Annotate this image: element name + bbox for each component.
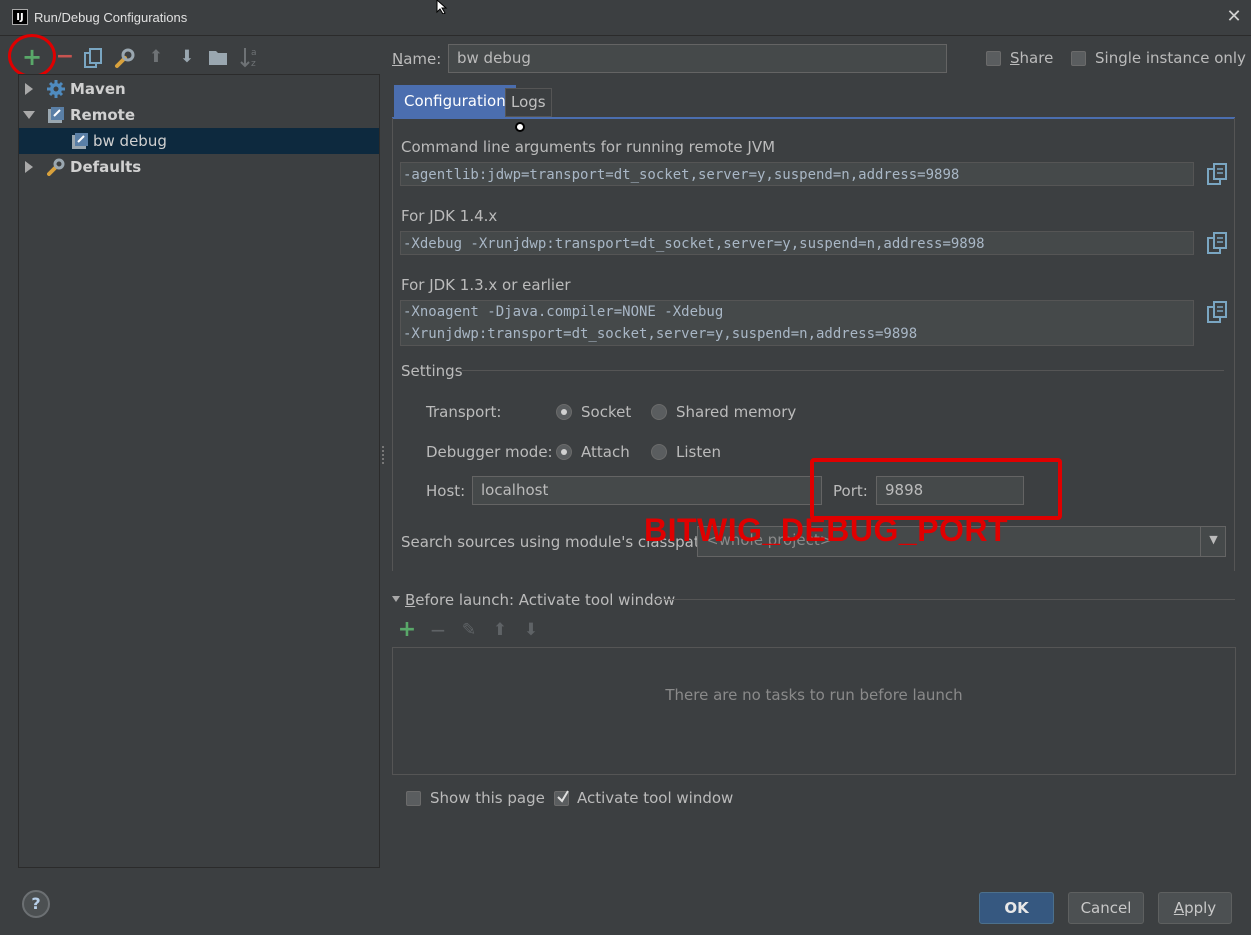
folder-icon [209, 51, 227, 65]
debugger-mode-label: Debugger mode: [426, 443, 553, 461]
configuration-tree: Maven Remote bw debug Defaults [18, 74, 380, 868]
before-launch-divider [652, 599, 1235, 600]
folder-button[interactable] [208, 48, 228, 66]
wrench-icon [47, 158, 65, 176]
jdk14-label: For JDK 1.4.x [401, 207, 498, 225]
chevron-down-icon[interactable]: ▼ [1200, 527, 1226, 556]
sort-alpha-icon: az [240, 48, 257, 69]
cmd-args-field[interactable]: -agentlib:jdwp=transport=dt_socket,serve… [400, 162, 1194, 186]
host-label: Host: [426, 482, 466, 500]
before-launch-task-list[interactable]: There are no tasks to run before launch [392, 647, 1236, 775]
sort-button[interactable]: az [240, 46, 260, 69]
copy-icon [1207, 163, 1227, 185]
move-task-up-button[interactable]: ⬆ [489, 619, 511, 641]
cursor-icon [515, 122, 525, 132]
jdk14-field[interactable]: -Xdebug -Xrunjdwp:transport=dt_socket,se… [400, 231, 1194, 255]
empty-tasks-text: There are no tasks to run before launch [665, 686, 963, 704]
socket-radio[interactable] [556, 404, 572, 420]
cmd-args-label: Command line arguments for running remot… [401, 138, 776, 156]
name-input[interactable]: bw debug [448, 44, 947, 73]
before-launch-collapse-icon[interactable] [392, 596, 400, 602]
copy-jdk14-button[interactable] [1207, 232, 1227, 258]
annotation-label: BITWIG_DEBUG_PORT [644, 512, 1009, 548]
activate-tool-window-checkbox[interactable] [554, 790, 569, 806]
checkmark-icon [557, 790, 569, 803]
tree-item-bw-debug[interactable]: bw debug [19, 128, 379, 154]
before-launch-heading[interactable]: Before launch: Activate tool window [405, 591, 675, 609]
expand-arrow-icon[interactable] [25, 161, 33, 173]
copy-icon [84, 48, 102, 68]
edit-task-button[interactable]: ✎ [458, 619, 480, 641]
tree-item-label: Defaults [70, 158, 142, 176]
gear-icon [47, 80, 65, 98]
svg-text:a: a [251, 48, 257, 58]
wrench-icon [115, 48, 135, 68]
share-checkbox[interactable] [986, 51, 1001, 66]
move-down-button[interactable]: ⬇ [176, 46, 198, 68]
jdk13-line-1: -Xnoagent -Djava.compiler=NONE -Xdebug [403, 304, 724, 320]
attach-label: Attach [581, 443, 630, 461]
mouse-pointer-icon [436, 0, 448, 14]
cancel-button[interactable]: Cancel [1068, 892, 1144, 924]
tab-logs[interactable]: Logs [505, 88, 552, 117]
share-label: Share [1010, 49, 1054, 67]
copy-configuration-button[interactable] [84, 48, 102, 68]
host-input[interactable]: localhost [472, 476, 822, 505]
copy-icon [1207, 301, 1227, 323]
svg-text:z: z [251, 59, 256, 68]
shared-memory-label: Shared memory [676, 403, 797, 421]
annotation-circle [8, 34, 56, 78]
expand-arrow-icon[interactable] [25, 83, 33, 95]
move-up-button[interactable]: ⬆ [145, 46, 167, 68]
remove-configuration-button[interactable]: − [54, 46, 76, 68]
jdk13-line-2: -Xrunjdwp:transport=dt_socket,server=y,s… [403, 326, 918, 342]
settings-divider [462, 370, 1224, 371]
add-task-button[interactable]: + [396, 619, 418, 641]
tree-item-label: Remote [70, 106, 136, 124]
name-label: Name: [392, 50, 442, 68]
close-icon[interactable]: ✕ [1223, 4, 1245, 30]
socket-label: Socket [581, 403, 632, 421]
single-instance-label: Single instance only [1095, 49, 1246, 67]
ok-button[interactable]: OK [979, 892, 1054, 924]
help-icon[interactable]: ? [22, 890, 50, 918]
remote-config-icon [72, 133, 88, 149]
collapse-arrow-icon[interactable] [23, 111, 35, 119]
edit-defaults-button[interactable] [114, 47, 136, 69]
tree-item-remote[interactable]: Remote [19, 102, 379, 128]
tab-configuration[interactable]: Configuration [394, 85, 516, 117]
show-page-checkbox[interactable] [406, 791, 421, 806]
tree-item-defaults[interactable]: Defaults [19, 154, 379, 180]
settings-heading: Settings [401, 362, 463, 380]
attach-radio[interactable] [556, 444, 572, 460]
apply-button[interactable]: Apply [1158, 892, 1232, 924]
copy-icon [1207, 232, 1227, 254]
copy-jdk13-button[interactable] [1207, 301, 1227, 327]
remote-icon [48, 107, 64, 123]
activate-tool-window-label: Activate tool window [577, 789, 734, 807]
jdk13-label: For JDK 1.3.x or earlier [401, 276, 571, 294]
single-instance-checkbox[interactable] [1071, 51, 1086, 66]
annotation-rectangle [810, 458, 1062, 520]
shared-memory-radio[interactable] [651, 404, 667, 420]
jdk13-field[interactable]: -Xnoagent -Djava.compiler=NONE -Xdebug -… [400, 300, 1194, 346]
tree-item-maven[interactable]: Maven [19, 76, 379, 102]
window-title: Run/Debug Configurations [34, 10, 188, 25]
remove-task-button[interactable]: − [427, 619, 449, 641]
transport-label: Transport: [426, 403, 502, 421]
splitter-handle[interactable] [382, 446, 386, 464]
title-bar [0, 0, 1251, 36]
listen-label: Listen [676, 443, 721, 461]
tree-item-label: bw debug [93, 132, 167, 150]
move-task-down-button[interactable]: ⬇ [520, 619, 542, 641]
show-page-label: Show this page [430, 789, 545, 807]
app-icon: IJ [12, 9, 28, 25]
listen-radio[interactable] [651, 444, 667, 460]
copy-cmd-button[interactable] [1207, 163, 1227, 189]
tree-item-label: Maven [70, 80, 126, 98]
